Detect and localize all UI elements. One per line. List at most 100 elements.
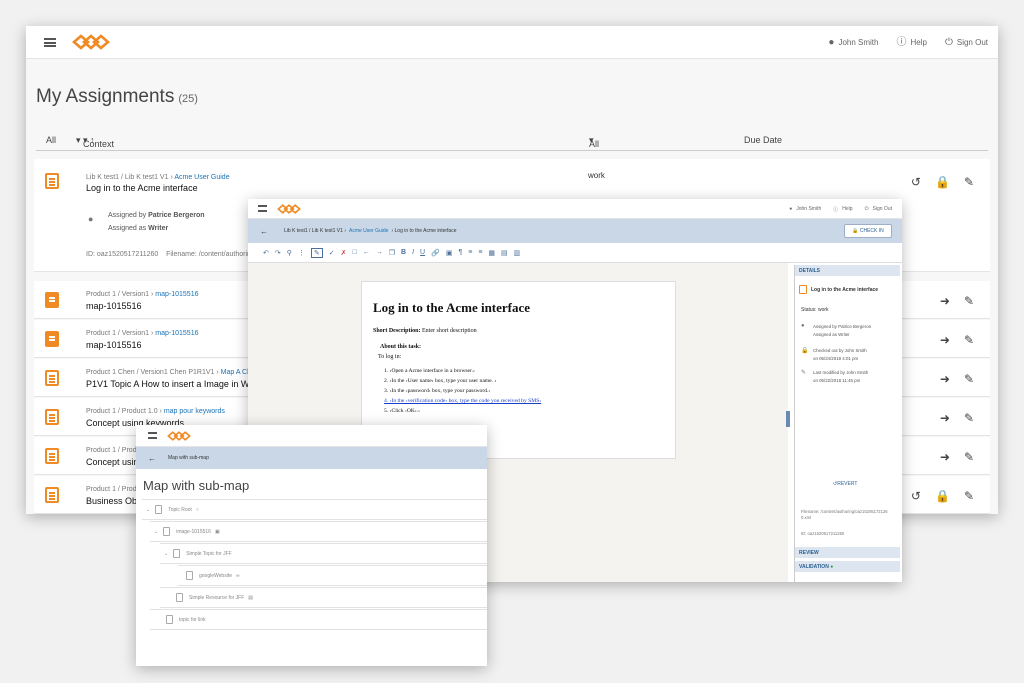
- doc-icon: [163, 527, 171, 536]
- file-icon: ▤: [248, 594, 254, 601]
- signout-link[interactable]: ⏻ Sign Out: [945, 37, 988, 48]
- link-icon[interactable]: 🔗: [431, 249, 440, 257]
- edit-icon[interactable]: ✎: [964, 450, 974, 464]
- detail-id: ID: oaz1520517211260: [801, 531, 845, 536]
- filter-all[interactable]: All: [46, 135, 56, 145]
- comment-icon[interactable]: □: [353, 249, 357, 256]
- insert-col-icon[interactable]: ▥: [514, 249, 521, 257]
- paragraph-icon[interactable]: ¶: [458, 249, 462, 256]
- tree-node[interactable]: googleWebsite ∞: [178, 565, 487, 586]
- panel-resize-handle[interactable]: [786, 411, 790, 427]
- search-icon[interactable]: ⚲: [287, 249, 292, 257]
- undo-icon[interactable]: ↶: [263, 249, 269, 257]
- signout-link[interactable]: ⏻ Sign Out: [865, 206, 892, 212]
- edit-icon[interactable]: ✎: [964, 411, 974, 425]
- copy-icon[interactable]: ❐: [389, 249, 395, 257]
- insert-row-icon[interactable]: ▤: [501, 249, 508, 257]
- check-in-label: CHECK IN: [859, 228, 884, 234]
- back-arrow-icon[interactable]: ←: [260, 227, 268, 236]
- menu-icon[interactable]: [44, 37, 56, 47]
- crumb-link[interactable]: map pour keywords: [164, 408, 225, 415]
- redo-icon[interactable]: ↷: [275, 249, 281, 257]
- arrow-right-icon[interactable]: ➜: [940, 450, 950, 464]
- arrow-right-icon[interactable]: ➜: [940, 372, 950, 386]
- arrow-right-icon[interactable]: ➜: [940, 333, 950, 347]
- chevron-down-icon[interactable]: ⌄: [164, 551, 168, 557]
- accept-icon[interactable]: ✓: [329, 249, 335, 257]
- doc-title[interactable]: Log in to the Acme interface: [373, 300, 530, 316]
- next-icon[interactable]: →: [376, 249, 383, 256]
- topic-icon: [45, 448, 59, 464]
- chevron-down-icon[interactable]: ⌄: [146, 507, 150, 513]
- short-description[interactable]: Short Description: Enter short descripti…: [373, 328, 477, 334]
- history-icon[interactable]: ↺: [911, 175, 921, 189]
- table-icon[interactable]: ▦: [488, 249, 495, 257]
- tree-node[interactable]: ⌄ image-1015516 ▣: [150, 521, 487, 542]
- crumb-link[interactable]: Acme User Guide: [174, 174, 229, 181]
- ordered-list-icon[interactable]: ≡: [468, 249, 472, 256]
- assignment-title[interactable]: map-1015516: [86, 340, 142, 350]
- menu-icon[interactable]: [148, 432, 157, 439]
- tree-node[interactable]: ⌄ Simple Topic for JFF: [160, 543, 487, 564]
- tree-node[interactable]: ⌄ Topic Root ○: [142, 499, 487, 520]
- step-item[interactable]: 5. ›Click ›OK‹.‹: [384, 406, 541, 416]
- crumb-text: Product 1 / Version1 ›: [86, 291, 154, 298]
- revert-button[interactable]: ↺REVERT: [833, 481, 857, 487]
- tree-node[interactable]: topic for link: [150, 609, 487, 630]
- underline-icon[interactable]: U: [420, 249, 425, 256]
- step-item[interactable]: 1. ›Open a Acme interface in a browser.‹: [384, 366, 541, 376]
- step-item-tracked[interactable]: 4. ›In the ›verification code‹ box, type…: [384, 396, 541, 406]
- edit-icon[interactable]: ✎: [964, 175, 974, 189]
- help-link[interactable]: ⓘ Help: [896, 37, 926, 48]
- help-label: Help: [842, 206, 853, 212]
- crumb-text: Product 1 / Produ: [86, 447, 141, 454]
- arrow-right-icon[interactable]: ➜: [940, 294, 950, 308]
- user-menu[interactable]: ● John Smith: [828, 37, 878, 48]
- unordered-list-icon[interactable]: ≡: [478, 249, 482, 256]
- validation-header[interactable]: VALIDATION ●: [795, 561, 900, 572]
- italic-icon[interactable]: I: [412, 249, 414, 256]
- details-header[interactable]: DETAILS: [795, 265, 900, 276]
- assigned-by: Assigned by Patrice Bergeron: [108, 212, 205, 219]
- menu-icon[interactable]: [258, 205, 267, 212]
- crumb-link[interactable]: map-1015516: [155, 291, 198, 298]
- map-icon: [45, 292, 59, 308]
- review-header[interactable]: REVIEW: [795, 547, 900, 558]
- person-icon: ●: [88, 214, 94, 224]
- lock-icon[interactable]: 🔒: [935, 489, 950, 503]
- chevron-down-icon[interactable]: ⌄: [154, 529, 158, 535]
- edit-icon[interactable]: ✎: [964, 372, 974, 386]
- filter-all-2[interactable]: All ▾: [589, 135, 599, 149]
- assignment-title[interactable]: map-1015516: [86, 301, 142, 311]
- card-actions: ➜ ✎: [940, 372, 974, 386]
- lock-icon[interactable]: 🔒: [935, 175, 950, 189]
- check-in-button[interactable]: 🔒 CHECK IN: [844, 224, 892, 238]
- history-icon[interactable]: ↺: [911, 489, 921, 503]
- reject-icon[interactable]: ✗: [341, 249, 347, 257]
- edit-icon[interactable]: ✎: [964, 333, 974, 347]
- arrow-right-icon[interactable]: ➜: [940, 411, 950, 425]
- crumb-link[interactable]: Acme User Guide: [349, 228, 388, 234]
- assignment-title[interactable]: Concept using: [86, 457, 144, 467]
- assignment-title[interactable]: P1V1 Topic A How to insert a Image in We…: [86, 379, 274, 389]
- tree-node[interactable]: Simple Resource for JFF ▤: [160, 587, 487, 608]
- topic-icon: [45, 173, 59, 189]
- bold-icon[interactable]: B: [401, 249, 406, 256]
- user-menu[interactable]: ● John Smith: [789, 206, 821, 212]
- edit-icon[interactable]: ✎: [964, 294, 974, 308]
- more-icon[interactable]: ⋮: [298, 249, 305, 257]
- assignment-title[interactable]: Log in to the Acme interface: [86, 183, 198, 193]
- image-icon[interactable]: ▣: [446, 249, 453, 257]
- help-link[interactable]: ⓘ Help: [833, 206, 852, 213]
- prev-icon[interactable]: ←: [363, 249, 370, 256]
- due-date-header[interactable]: Due Date: [744, 135, 782, 145]
- steps-list[interactable]: 1. ›Open a Acme interface in a browser.‹…: [384, 366, 541, 416]
- edit-icon[interactable]: ✎: [964, 489, 974, 503]
- back-arrow-icon[interactable]: ←: [148, 454, 156, 463]
- crumb-link[interactable]: map-1015516: [155, 330, 198, 337]
- context-sort[interactable]: ▾ Context ▾ ↑: [76, 135, 114, 149]
- step-item[interactable]: 2. ›In the ›User name‹ box, type your us…: [384, 376, 541, 386]
- track-changes-icon[interactable]: ✎: [310, 247, 323, 258]
- step-item[interactable]: 3. ›In the ›password‹ box, type your pas…: [384, 386, 541, 396]
- checked-out: Checked out by John Smith: [813, 348, 867, 353]
